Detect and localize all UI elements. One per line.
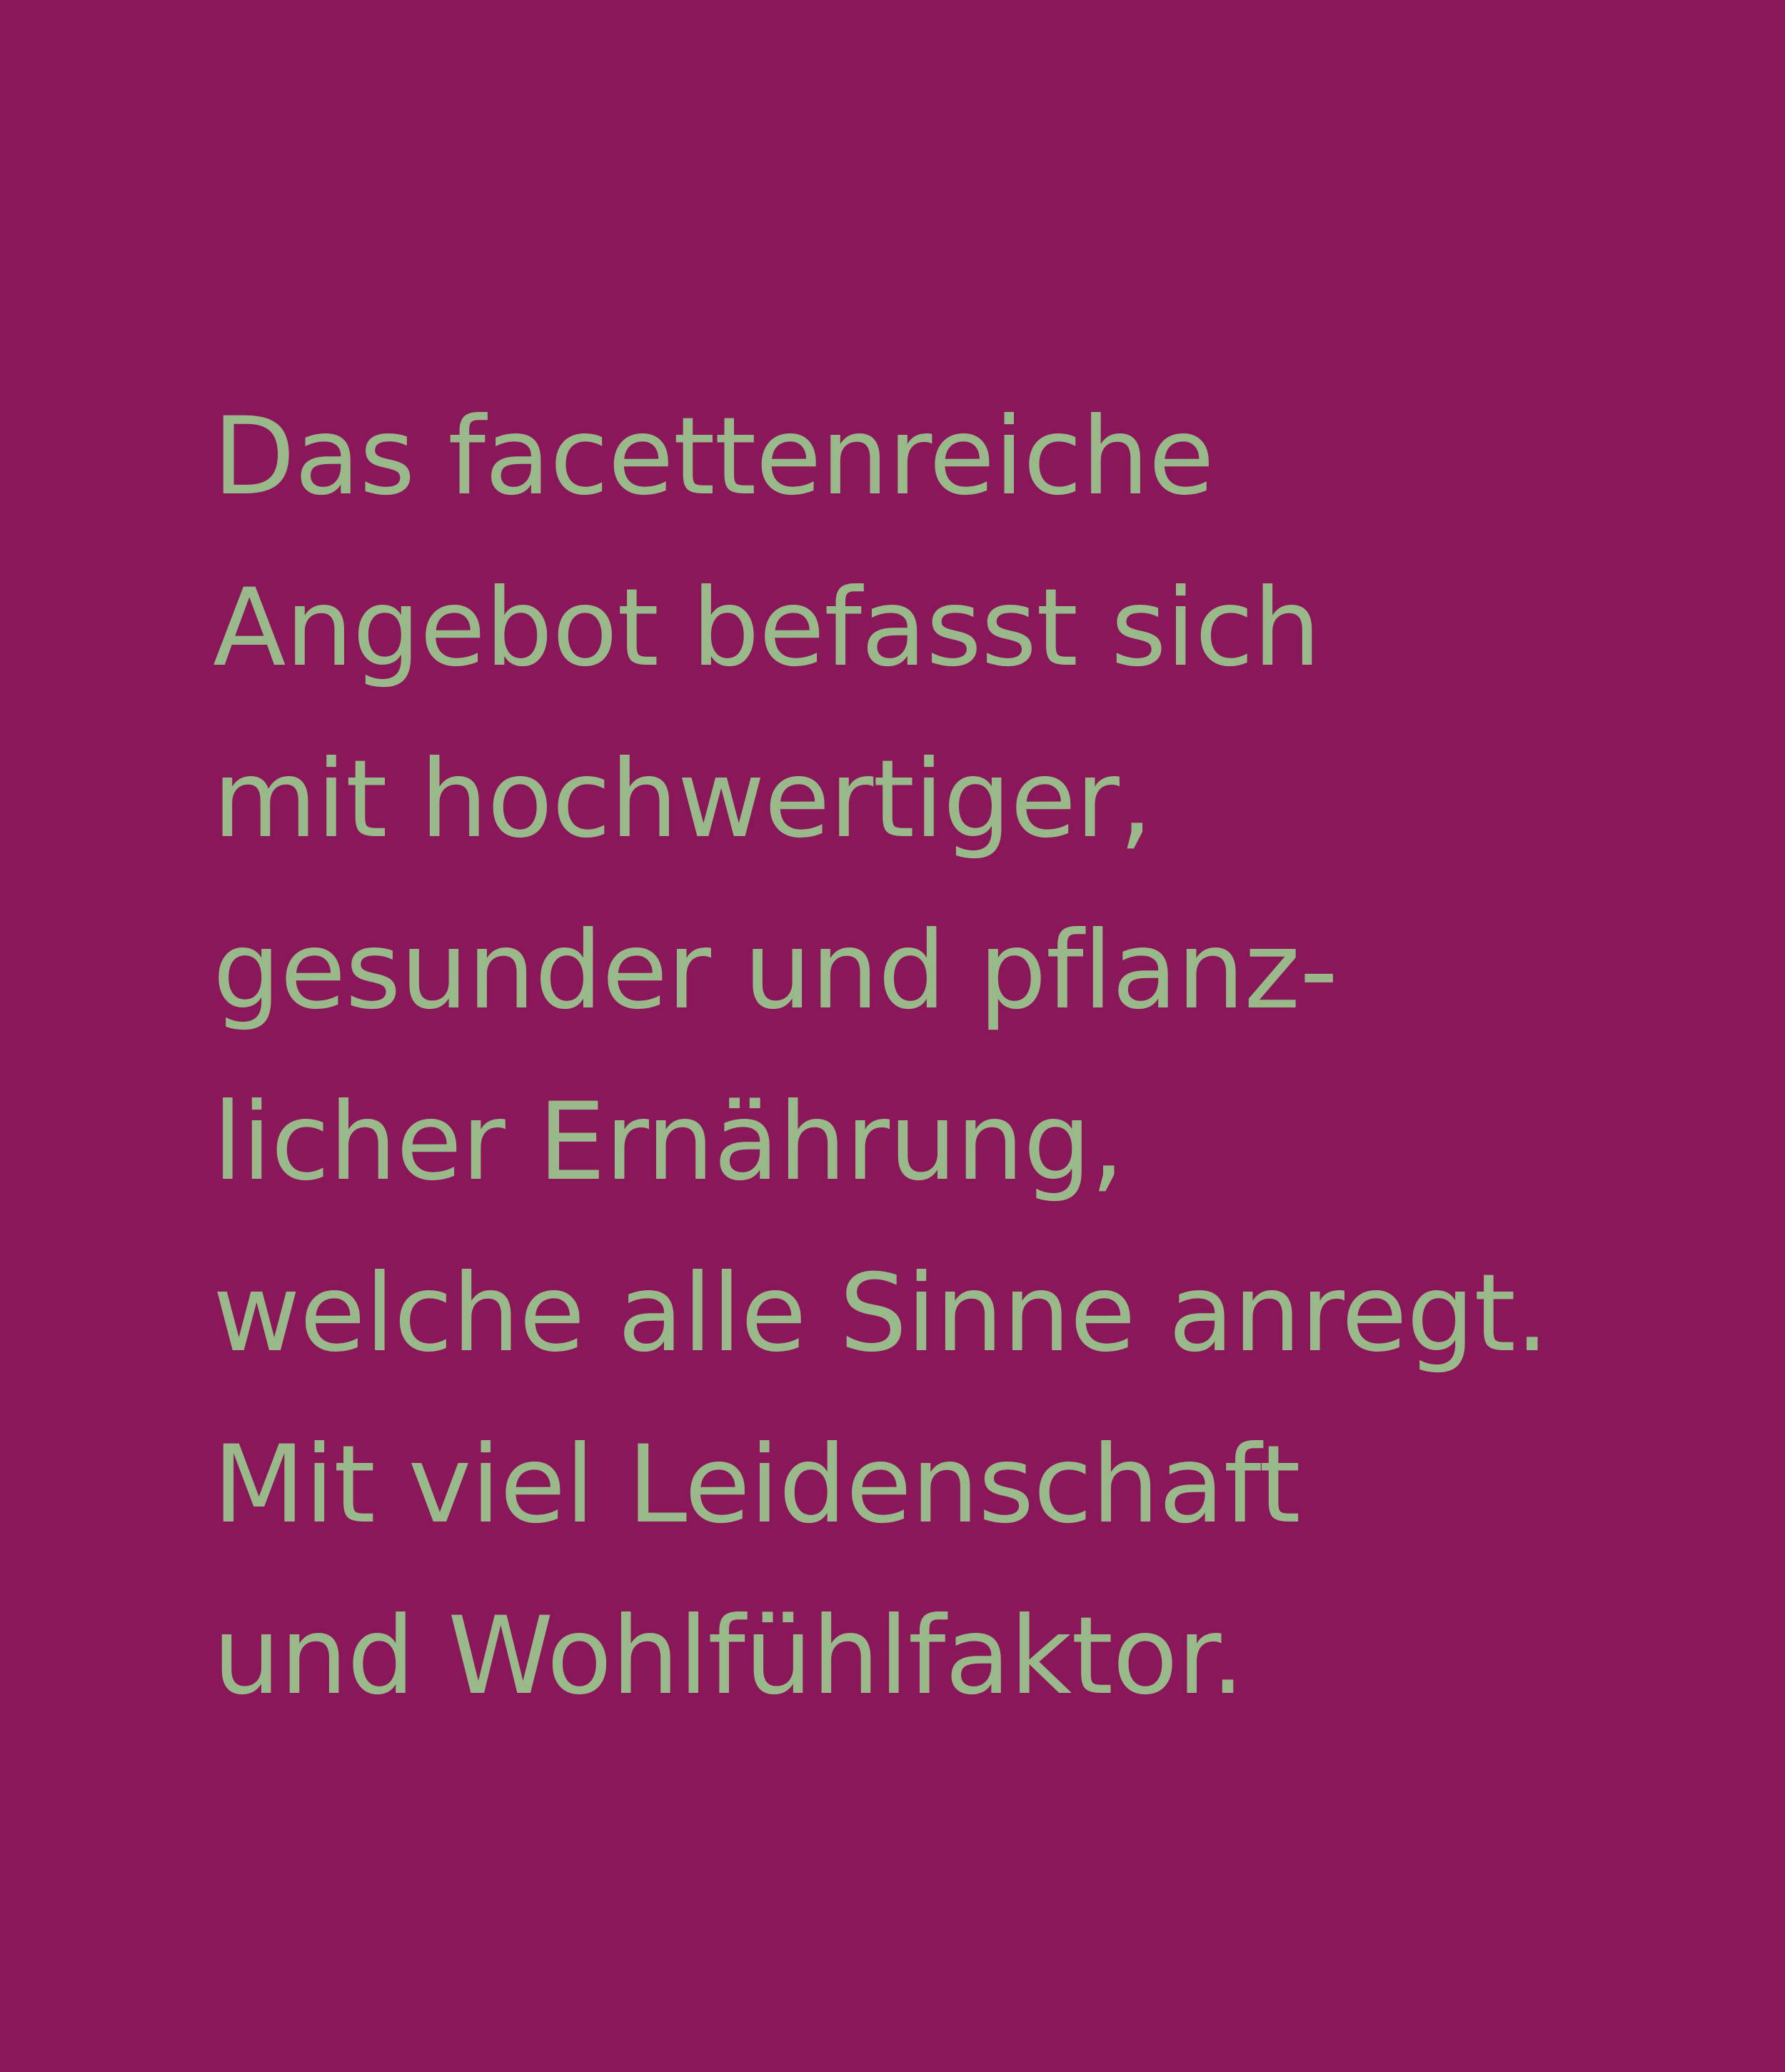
text-line: Mit viel Leidenschaft xyxy=(213,1423,1301,1547)
text-line: Angebot befasst sich xyxy=(213,566,1321,690)
poster-background: Das facettenreiche Angebot befasst sich … xyxy=(0,0,1785,2072)
body-text: Das facettenreiche Angebot befasst sich … xyxy=(213,371,1741,1742)
text-line: welche alle Sinne anregt. xyxy=(213,1252,1549,1376)
text-line: gesunder und pflanz- xyxy=(213,909,1338,1033)
text-line: mit hochwertiger, xyxy=(213,738,1153,862)
text-line: licher Ernährung, xyxy=(213,1080,1125,1205)
text-line: Das facettenreiche xyxy=(213,395,1215,519)
text-line: und Wohlfühlfaktor. xyxy=(213,1594,1245,1719)
